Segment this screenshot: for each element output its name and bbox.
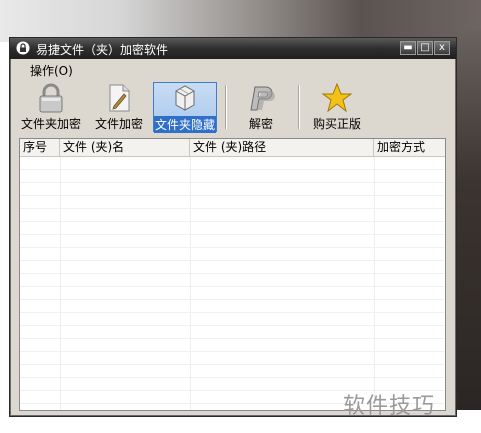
tool-label: 解密 <box>248 117 273 131</box>
folder-encrypt-button[interactable]: 文件夹加密 <box>18 82 84 132</box>
file-list[interactable]: 序号 文件 (夹)名 文件 (夹)路径 加密方式 <box>19 138 446 411</box>
toolbar-separator <box>298 85 299 129</box>
star-icon <box>321 82 353 113</box>
grid-line <box>374 157 375 410</box>
menu-bar: 操作(O) <box>12 60 454 78</box>
decrypt-button[interactable]: 解密 <box>234 82 288 132</box>
menu-operate[interactable]: 操作(O) <box>30 62 73 79</box>
column-header-name[interactable]: 文件 (夹)名 <box>60 139 190 156</box>
maximize-button[interactable]: □ <box>417 41 433 55</box>
column-header-path[interactable]: 文件 (夹)路径 <box>190 139 374 156</box>
title-bar[interactable]: 易捷文件（夹）加密软件 ▬ □ x <box>10 38 456 59</box>
grid-line <box>190 157 191 410</box>
grid-line <box>60 157 61 410</box>
padlock-icon <box>39 83 63 113</box>
window-title: 易捷文件（夹）加密软件 <box>36 43 169 57</box>
hidden-box-icon <box>175 85 195 111</box>
column-header-method[interactable]: 加密方式 <box>374 139 445 156</box>
app-window: 易捷文件（夹）加密软件 ▬ □ x 操作(O) 文件夹加密 文件加密 文件夹隐藏… <box>9 37 457 417</box>
wallpaper-top <box>0 0 481 42</box>
tool-label: 购买正版 <box>312 117 361 131</box>
tool-label: 文件加密 <box>94 117 143 131</box>
file-encrypt-button[interactable]: 文件加密 <box>88 82 150 132</box>
list-rows <box>20 157 445 410</box>
column-header-index[interactable]: 序号 <box>20 139 60 156</box>
tool-label: 文件夹加密 <box>20 117 81 131</box>
p-logo-icon <box>250 86 275 111</box>
list-header: 序号 文件 (夹)名 文件 (夹)路径 加密方式 <box>20 139 445 157</box>
close-button[interactable]: x <box>434 41 450 55</box>
toolbar: 文件夹加密 文件加密 文件夹隐藏 解密 购买正版 <box>12 79 454 135</box>
watermark-text: 软件技巧 <box>343 394 436 419</box>
document-pen-icon <box>109 84 130 112</box>
minimize-button[interactable]: ▬ <box>400 41 416 55</box>
app-lock-icon <box>16 41 30 55</box>
toolbar-separator <box>225 85 226 129</box>
folder-hide-button[interactable]: 文件夹隐藏 <box>153 82 217 133</box>
buy-button[interactable]: 购买正版 <box>306 82 368 132</box>
tool-label: 文件夹隐藏 <box>154 116 216 133</box>
